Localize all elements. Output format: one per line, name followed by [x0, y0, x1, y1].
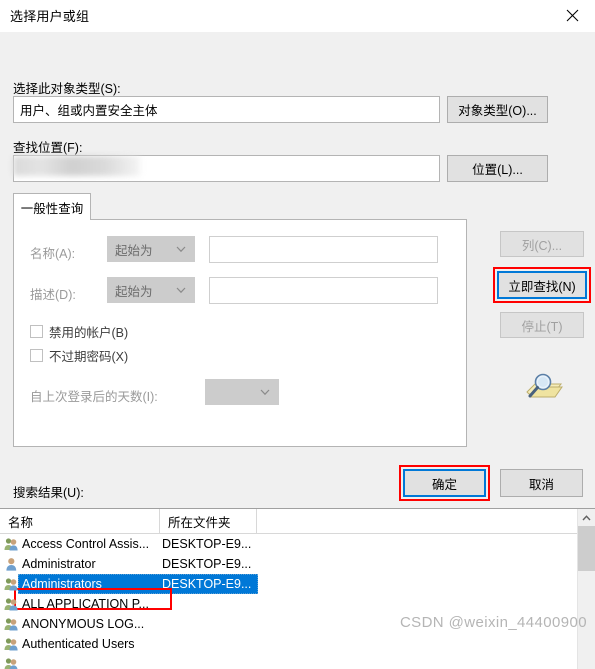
tab-general-query[interactable]: 一般性查询 — [13, 193, 91, 220]
cell-name: Administrator — [22, 557, 96, 571]
table-row[interactable]: Access Control Assis... DESKTOP-E9... — [0, 534, 595, 554]
list-scrollbar[interactable] — [577, 509, 595, 669]
location-label: 查找位置(F): — [13, 141, 83, 155]
days-since-logon-select[interactable] — [205, 379, 279, 405]
title-bar: 选择用户或组 — [0, 0, 595, 32]
name-label: 名称(A): — [30, 247, 76, 261]
group-icon — [4, 537, 19, 551]
watermark: CSDN @weixin_44400900 — [399, 614, 587, 631]
chevron-down-icon — [176, 242, 186, 256]
search-results-label: 搜索结果(U): — [13, 486, 84, 500]
description-value-input[interactable] — [209, 277, 438, 304]
cell-name: ALL APPLICATION P... — [22, 597, 149, 611]
cell-folder: DESKTOP-E9... — [162, 537, 252, 551]
name-operator-select[interactable]: 起始为 — [107, 236, 195, 262]
table-row[interactable]: Administrators DESKTOP-E9... — [0, 574, 595, 594]
name-operator-value: 起始为 — [115, 243, 153, 258]
disabled-accounts-checkbox[interactable]: 禁用的帐户(B) — [30, 322, 128, 341]
chevron-up-icon — [582, 514, 591, 520]
dialog-body: 选择此对象类型(S): 用户、组或内置安全主体 对象类型(O)... 查找位置(… — [0, 32, 595, 669]
scrollbar-up-button[interactable] — [578, 509, 595, 526]
location-button[interactable]: 位置(L)... — [447, 155, 548, 182]
location-redacted-overlay — [13, 156, 143, 176]
list-header: 名称 所在文件夹 — [0, 509, 595, 534]
object-type-label: 选择此对象类型(S): — [13, 82, 121, 96]
checkbox-box — [30, 325, 43, 338]
chevron-down-icon — [176, 283, 186, 297]
object-type-button[interactable]: 对象类型(O)... — [447, 96, 548, 123]
cancel-button[interactable]: 取消 — [500, 469, 583, 497]
find-now-button[interactable]: 立即查找(N) — [497, 271, 587, 299]
group-icon — [4, 617, 19, 631]
list-body: Access Control Assis... DESKTOP-E9... Ad… — [0, 534, 595, 669]
non-expiring-password-checkbox[interactable]: 不过期密码(X) — [30, 346, 128, 365]
columns-button[interactable]: 列(C)... — [500, 231, 584, 257]
table-row[interactable]: Administrator DESKTOP-E9... — [0, 554, 595, 574]
stop-button[interactable]: 停止(T) — [500, 312, 584, 338]
cell-name: Administrators — [22, 577, 102, 591]
days-since-logon-label: 自上次登录后的天数(I): — [30, 390, 158, 404]
name-value-input[interactable] — [209, 236, 438, 263]
table-row[interactable]: ALL APPLICATION P... — [0, 594, 595, 614]
chevron-down-icon — [260, 385, 270, 399]
group-icon — [4, 637, 19, 651]
cell-folder: DESKTOP-E9... — [162, 577, 252, 591]
cell-name: ANONYMOUS LOG... — [22, 617, 145, 631]
scrollbar-thumb[interactable] — [578, 526, 595, 571]
description-operator-select[interactable]: 起始为 — [107, 277, 195, 303]
cell-name: Authenticated Users — [22, 637, 135, 651]
column-header-name[interactable]: 名称 — [0, 509, 160, 533]
window-title: 选择用户或组 — [10, 9, 90, 24]
close-button[interactable] — [550, 0, 595, 31]
checkbox-box — [30, 349, 43, 362]
group-icon — [4, 597, 19, 611]
column-header-folder[interactable]: 所在文件夹 — [160, 509, 257, 533]
search-folder-icon — [521, 372, 565, 406]
non-expiring-password-label: 不过期密码(X) — [49, 350, 129, 364]
description-operator-value: 起始为 — [115, 284, 153, 299]
table-row[interactable]: Authenticated Users — [0, 634, 595, 654]
group-icon — [4, 577, 19, 591]
cell-folder: DESKTOP-E9... — [162, 557, 252, 571]
search-results-list: 名称 所在文件夹 Access Control Assis... DESKTOP… — [0, 508, 595, 669]
group-icon — [4, 657, 19, 669]
cell-name: Access Control Assis... — [22, 537, 150, 551]
description-label: 描述(D): — [30, 288, 76, 302]
close-icon — [566, 9, 579, 22]
user-icon — [4, 557, 19, 571]
disabled-accounts-label: 禁用的帐户(B) — [49, 326, 129, 340]
object-type-input[interactable]: 用户、组或内置安全主体 — [13, 96, 440, 123]
ok-button[interactable]: 确定 — [403, 469, 486, 497]
table-row-partial[interactable] — [0, 654, 595, 669]
